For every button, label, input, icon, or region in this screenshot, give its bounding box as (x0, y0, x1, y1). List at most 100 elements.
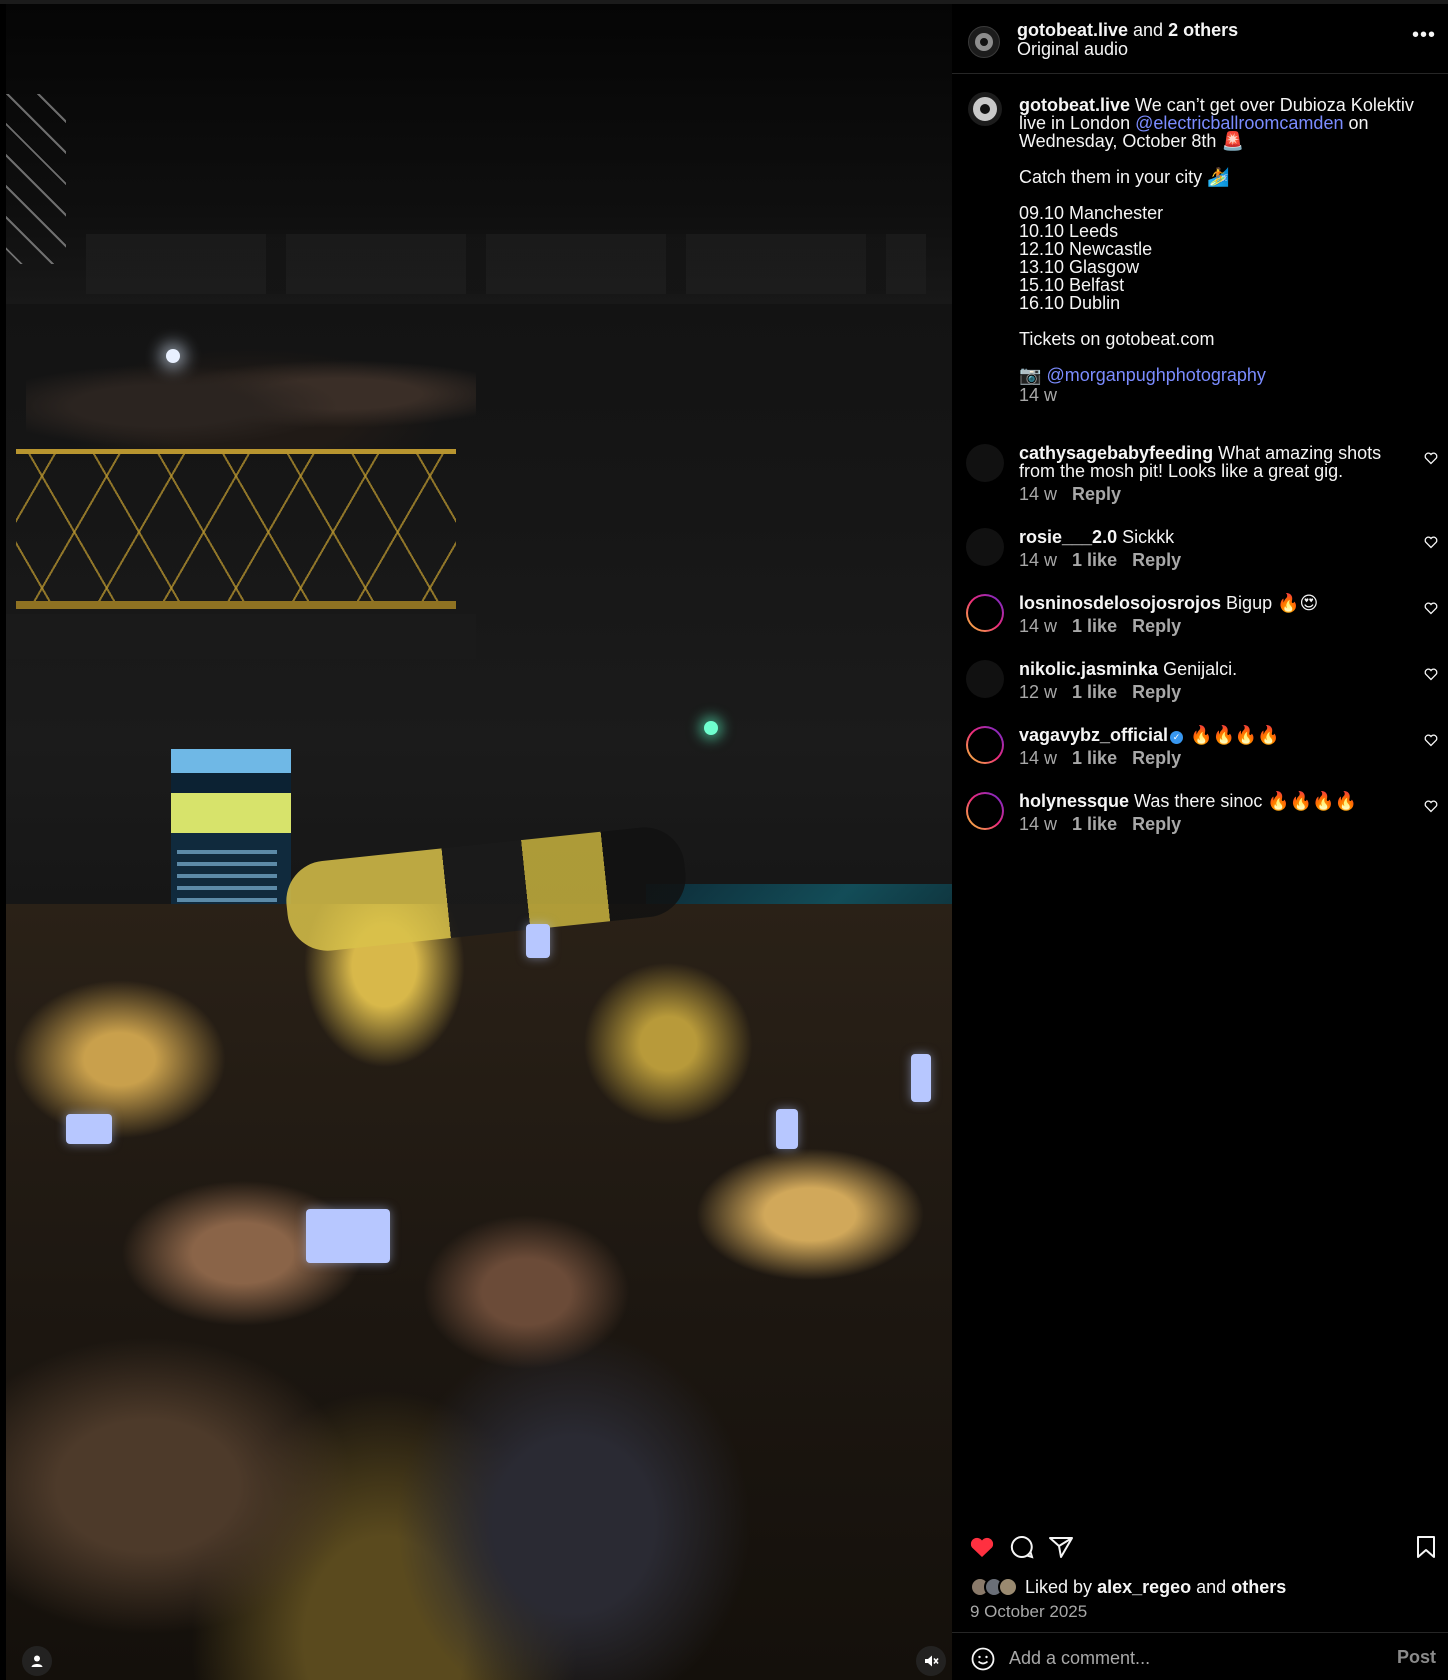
post-comment-button[interactable]: Post (1397, 1647, 1436, 1668)
logo-icon (975, 33, 993, 51)
action-bar (952, 1527, 1448, 1571)
reply-button[interactable]: Reply (1072, 484, 1121, 504)
heart-outline-icon[interactable] (1424, 799, 1438, 813)
audio-link[interactable]: Original audio (1017, 40, 1238, 59)
liker-avatar (998, 1577, 1018, 1597)
comment-text: Sickkk (1122, 527, 1175, 547)
bookmark-icon[interactable] (1412, 1533, 1440, 1561)
comment-likes[interactable]: 1 like (1072, 550, 1117, 570)
heart-outline-icon[interactable] (1424, 601, 1438, 615)
heart-outline-icon[interactable] (1424, 451, 1438, 465)
caption-username[interactable]: gotobeat.live (1019, 95, 1130, 115)
mute-button[interactable] (916, 1646, 946, 1676)
comment-time: 14 w (1019, 484, 1058, 504)
comment-time: 14 w (1019, 814, 1058, 834)
caption-catch: Catch them in your city 🏄 (1019, 167, 1230, 187)
comment-text: Bigup 🔥😍 (1226, 593, 1319, 613)
comment-time: 14 w (1019, 550, 1058, 570)
liker-username[interactable]: alex_regeo (1097, 1577, 1191, 1597)
and-text: and (1133, 20, 1164, 40)
author-avatar[interactable] (968, 26, 1000, 58)
crowd (6, 904, 952, 1680)
likes-summary: Liked by alex_regeo and others (970, 1577, 1286, 1598)
liker-avatars (970, 1577, 1020, 1597)
venue-ceiling (6, 4, 952, 304)
add-comment-bar: Post (952, 1632, 1448, 1680)
commenter-avatar[interactable] (966, 792, 1004, 830)
share-icon[interactable] (1047, 1533, 1075, 1561)
author-username[interactable]: gotobeat.live (1017, 20, 1128, 40)
comment-likes[interactable]: 1 like (1072, 814, 1117, 834)
reply-button[interactable]: Reply (1132, 616, 1181, 636)
more-options-button[interactable]: ••• (1412, 24, 1436, 47)
comment-likes[interactable]: 1 like (1072, 682, 1117, 702)
comment-username[interactable]: losninosdelosojosrojos (1019, 593, 1221, 613)
lighting-truss (6, 94, 66, 264)
tour-date: 10.10 Leeds (1019, 221, 1119, 241)
comment-username[interactable]: rosie___2.0 (1019, 527, 1117, 547)
user-icon (31, 1655, 43, 1667)
photographer-mention[interactable]: @morganpughphotography (1046, 365, 1265, 385)
stage-light (704, 721, 718, 735)
more-options-icon: ••• (1411, 24, 1436, 46)
author-info: gotobeat.live and 2 others Original audi… (1017, 21, 1238, 59)
likes-others-link[interactable]: others (1231, 1577, 1286, 1597)
tour-date: 09.10 Manchester (1019, 203, 1164, 223)
verified-badge-icon: ✓ (1170, 731, 1184, 744)
tour-date: 16.10 Dublin (1019, 293, 1121, 313)
comment-text: 🔥🔥🔥🔥 (1190, 725, 1280, 745)
crowd-phone (776, 1109, 798, 1149)
comment-text: Was there sinoc 🔥🔥🔥🔥 (1134, 791, 1358, 811)
heart-filled-icon[interactable] (968, 1533, 996, 1561)
comment-likes[interactable]: 1 like (1072, 748, 1117, 768)
caption-tickets: Tickets on gotobeat.com (1019, 329, 1215, 349)
reply-button[interactable]: Reply (1132, 682, 1181, 702)
logo-icon (973, 97, 997, 121)
likes-and-text: and (1196, 1577, 1227, 1597)
caption-text: gotobeat.live We can’t get over Dubioza … (1019, 96, 1429, 404)
comment-likes[interactable]: 1 like (1072, 616, 1117, 636)
liked-by-text: Liked by (1025, 1577, 1093, 1597)
emoji-icon[interactable] (970, 1646, 996, 1672)
balcony-floor (6, 614, 476, 659)
post-sidebar: gotobeat.live and 2 others Original audi… (952, 4, 1448, 1680)
reply-button[interactable]: Reply (1132, 748, 1181, 768)
collaborators-link[interactable]: 2 others (1168, 20, 1238, 40)
reply-button[interactable]: Reply (1132, 550, 1181, 570)
caption-avatar[interactable] (968, 92, 1002, 126)
heart-outline-icon[interactable] (1424, 535, 1438, 549)
commenter-avatar[interactable] (966, 726, 1004, 764)
crowd-phone (66, 1114, 112, 1144)
comment-input[interactable] (1009, 1646, 1369, 1670)
crowd-phone (526, 924, 550, 958)
post-header: gotobeat.live and 2 others Original audi… (952, 4, 1448, 74)
reply-button[interactable]: Reply (1132, 814, 1181, 834)
muted-icon (925, 1655, 939, 1667)
heart-outline-icon[interactable] (1424, 667, 1438, 681)
phone-flash-light (166, 349, 180, 363)
post-video[interactable] (6, 4, 952, 1680)
venue-mention[interactable]: @electricballroomcamden (1135, 113, 1343, 133)
tour-date: 15.10 Belfast (1019, 275, 1125, 295)
comment-text: Genijalci. (1163, 659, 1238, 679)
commenter-avatar[interactable] (966, 594, 1004, 632)
tagged-users-button[interactable] (22, 1646, 52, 1676)
comment-time: 14 w (1019, 616, 1058, 636)
comment-username[interactable]: cathysagebabyfeeding (1019, 443, 1213, 463)
tour-date: 13.10 Glasgow (1019, 257, 1140, 277)
balcony-audience (26, 334, 476, 454)
commenter-avatar[interactable] (966, 528, 1004, 566)
tour-date: 12.10 Newcastle (1019, 239, 1153, 259)
commenter-avatar[interactable] (966, 444, 1004, 482)
caption-time: 14 w (1019, 385, 1058, 405)
balcony (6, 449, 476, 659)
comment-icon[interactable] (1008, 1533, 1036, 1561)
post-date[interactable]: 9 October 2025 (970, 1602, 1087, 1622)
crowd-phone (306, 1209, 390, 1263)
commenter-avatar[interactable] (966, 660, 1004, 698)
comment-username[interactable]: vagavybz_official (1019, 725, 1168, 745)
comment-username[interactable]: holynessque (1019, 791, 1129, 811)
comment-time: 12 w (1019, 682, 1058, 702)
heart-outline-icon[interactable] (1424, 733, 1438, 747)
comment-username[interactable]: nikolic.jasminka (1019, 659, 1158, 679)
